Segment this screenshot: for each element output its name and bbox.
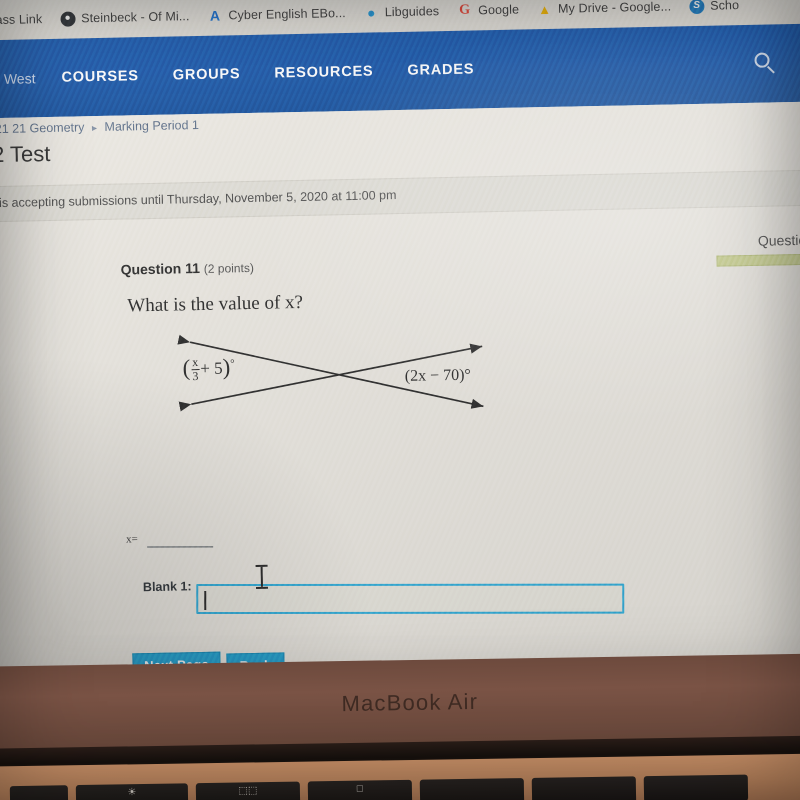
google-g-icon: G: [459, 2, 471, 18]
blank-1-input[interactable]: [196, 583, 625, 615]
bookmark-label: Steinbeck - Of Mi...: [81, 9, 190, 26]
bookmark-label: Scho: [710, 0, 740, 13]
question-number: Question 11: [120, 260, 201, 278]
breadcrumb-course[interactable]: y: 2021 21 Geometry: [0, 120, 85, 136]
key-brightness[interactable]: ☀: [75, 783, 189, 800]
bookmark-my-drive[interactable]: ▲ My Drive - Google...: [537, 0, 671, 17]
question-prompt: What is the value of x?: [127, 291, 304, 317]
submission-notice-bar: /quiz is accepting submissions until Thu…: [0, 169, 800, 223]
right-angle-label: (2x − 70)°: [404, 366, 472, 385]
bookmark-schoology[interactable]: S Scho: [689, 0, 739, 14]
key-volume[interactable]: [643, 774, 749, 800]
breadcrumb-section[interactable]: Marking Period 1: [104, 118, 199, 134]
text-caret: [204, 591, 206, 611]
question-progress-bar: [716, 253, 800, 267]
quiz-page-body: y: 2021 21 Geometry ▸ Marking Period 1 t…: [0, 101, 800, 691]
laptop-model-label: MacBook Air: [341, 688, 479, 717]
bookmark-google[interactable]: G Google: [457, 2, 519, 18]
fraction-numerator: x: [191, 355, 200, 370]
question-progress-label: Questio: [757, 231, 800, 249]
page-title: ter 2 Test: [0, 140, 51, 168]
bookmark-steinbeck[interactable]: ● Steinbeck - Of Mi...: [60, 9, 190, 27]
question-points: (2 points): [203, 260, 255, 276]
globe-icon: ●: [60, 10, 76, 27]
mission-control-icon: ⬚⬚: [238, 785, 258, 797]
search-icon[interactable]: [754, 52, 776, 74]
fraction-denominator: 3: [192, 368, 199, 383]
nav-item-grades[interactable]: GRADES: [407, 61, 474, 78]
submission-notice-text: /quiz is accepting submissions until Thu…: [0, 188, 397, 211]
bookmark-class-link[interactable]: Class Link: [0, 12, 42, 27]
bookmark-label: Class Link: [0, 12, 43, 28]
bookmark-label: Google: [478, 2, 520, 18]
bookmark-label: Cyber English EBo...: [228, 6, 346, 23]
droplet-icon: ●: [366, 4, 376, 21]
laptop-screen: Class Link ● Steinbeck - Of Mi... A Cybe…: [0, 0, 800, 691]
key-keyboard-light[interactable]: [419, 778, 525, 800]
key-mission-control[interactable]: ⬚⬚: [195, 781, 301, 800]
left-angle-operator: + 5: [200, 358, 223, 379]
left-angle-label: (x 3 + 5)°: [182, 353, 235, 383]
answer-blank-line: [147, 546, 214, 548]
breadcrumb: y: 2021 21 Geometry ▸ Marking Period 1: [0, 118, 199, 137]
blank-field-label: Blank 1:: [142, 579, 192, 595]
left-angle-fraction: x3: [191, 355, 200, 383]
launchpad-icon: □: [356, 783, 364, 795]
degree-symbol-icon: °: [230, 357, 235, 370]
key-escape[interactable]: [9, 785, 69, 800]
letter-a-icon: A: [209, 7, 221, 24]
question-heading: Question 11 (2 points): [120, 259, 254, 278]
key-media[interactable]: [531, 776, 637, 800]
bookmark-cyber-english[interactable]: A Cyber English EBo...: [207, 6, 346, 24]
school-name: wn HS West: [0, 70, 36, 88]
bookmark-label: My Drive - Google...: [557, 0, 672, 16]
nav-item-groups[interactable]: GROUPS: [173, 66, 241, 83]
answer-prefix: x=: [125, 533, 138, 546]
nav-item-courses[interactable]: COURSES: [61, 68, 139, 86]
photograph-of-laptop-screen: Class Link ● Steinbeck - Of Mi... A Cybe…: [0, 0, 800, 800]
key-launchpad[interactable]: □: [307, 779, 413, 800]
bookmark-libguides[interactable]: ● Libguides: [364, 4, 440, 21]
left-angle-open-paren: (: [182, 355, 191, 381]
nav-item-resources[interactable]: RESOURCES: [274, 63, 373, 81]
left-angle-close-paren: ): [222, 354, 231, 380]
schoology-s-icon: S: [689, 0, 705, 14]
chevron-right-icon: ▸: [91, 123, 98, 135]
bookmark-label: Libguides: [384, 4, 440, 20]
google-drive-icon: ▲: [537, 1, 552, 17]
brightness-icon: ☀: [127, 787, 137, 799]
